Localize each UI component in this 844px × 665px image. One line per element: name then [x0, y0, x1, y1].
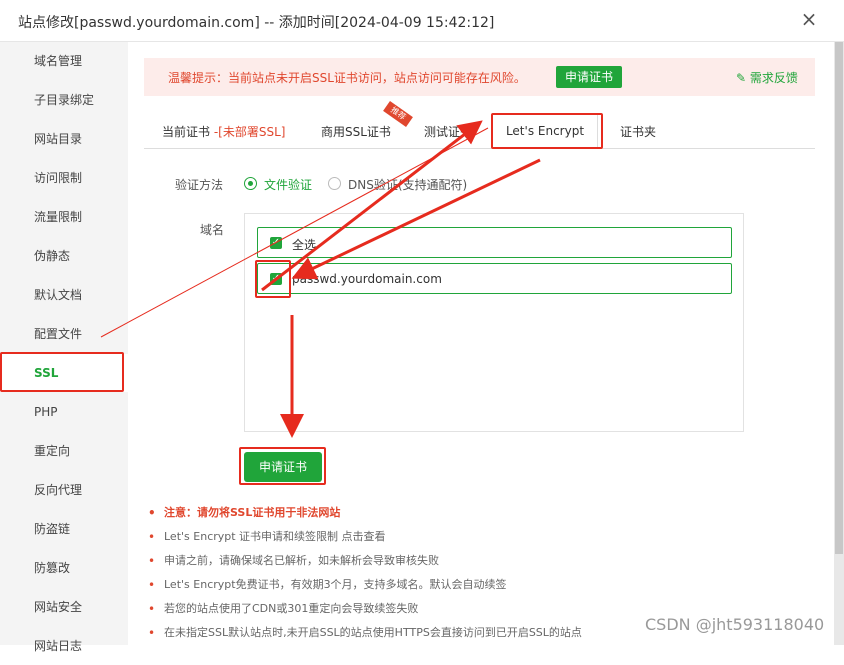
annotation-box-lets-encrypt — [491, 113, 603, 149]
sidebar-item-reverse-proxy[interactable]: 反向代理 — [0, 471, 128, 509]
domain-row[interactable]: ✓ passwd.yourdomain.com — [257, 263, 732, 294]
select-all-label: 全选 — [292, 238, 317, 252]
sidebar: 域名管理 子目录绑定 网站目录 访问限制 流量限制 伪静态 默认文档 配置文件 … — [0, 42, 128, 653]
domain-name: passwd.yourdomain.com — [292, 272, 442, 286]
window-title: 站点修改[passwd.yourdomain.com] -- 添加时间[2024… — [18, 15, 495, 31]
window-titlebar: 站点修改[passwd.yourdomain.com] -- 添加时间[2024… — [0, 0, 844, 42]
sidebar-item-default-doc[interactable]: 默认文档 — [0, 276, 128, 314]
sidebar-item-redirect[interactable]: 重定向 — [0, 432, 128, 470]
sidebar-item-hotlink[interactable]: 防盗链 — [0, 510, 128, 548]
sidebar-item-log[interactable]: 网站日志 — [0, 627, 128, 665]
note-item: 注意：请勿将SSL证书用于非法网站 — [148, 505, 828, 529]
tab-current-cert-label: 当前证书 — [162, 125, 211, 139]
domain-label: 域名 — [200, 223, 225, 237]
sidebar-item-tamper[interactable]: 防篡改 — [0, 549, 128, 587]
note-item: Let's Encrypt免费证书，有效期3个月，支持多域名。默认会自动续签 — [148, 577, 828, 601]
select-all-checkbox[interactable]: ✓ — [270, 237, 282, 249]
feedback-label: 需求反馈 — [749, 71, 798, 85]
sidebar-item-access-limit[interactable]: 访问限制 — [0, 159, 128, 197]
sidebar-item-site-dir[interactable]: 网站目录 — [0, 120, 128, 158]
watermark: CSDN @jht593118040 — [645, 615, 825, 634]
sidebar-item-subdir[interactable]: 子目录绑定 — [0, 81, 128, 119]
ssl-tabs: 当前证书 -[未部署SSL] 商用SSL证书 推荐 测试证书 Let's Enc… — [144, 101, 815, 149]
sidebar-item-php[interactable]: PHP — [0, 393, 128, 431]
tab-test-cert[interactable]: 测试证书 — [424, 123, 472, 140]
scrollbar[interactable] — [834, 42, 844, 645]
tab-cert-folder[interactable]: 证书夹 — [620, 123, 656, 140]
dns-verify-label[interactable]: DNS验证(支持通配符) — [348, 176, 467, 193]
tab-commercial-ssl[interactable]: 商用SSL证书 — [321, 123, 391, 140]
file-verify-label[interactable]: 文件验证 — [264, 176, 312, 193]
select-all-row[interactable]: ✓ 全选 — [257, 227, 732, 258]
domain-list: ✓ 全选 ✓ passwd.yourdomain.com — [244, 213, 744, 432]
sidebar-item-domain[interactable]: 域名管理 — [0, 42, 128, 80]
scrollbar-thumb[interactable] — [835, 42, 843, 554]
banner-apply-button[interactable]: 申请证书 — [556, 66, 622, 88]
annotation-box-checkbox — [255, 260, 291, 298]
feedback-link[interactable]: ✎ 需求反馈 — [736, 69, 798, 86]
sidebar-item-traffic-limit[interactable]: 流量限制 — [0, 198, 128, 236]
close-icon[interactable]: × — [798, 8, 820, 30]
annotation-box-apply — [239, 447, 326, 485]
warning-banner: 温馨提示：当前站点未开启SSL证书访问，站点访问可能存在风险。 申请证书 ✎ 需… — [144, 58, 815, 96]
sidebar-item-config[interactable]: 配置文件 — [0, 315, 128, 353]
warning-text: 温馨提示：当前站点未开启SSL证书访问，站点访问可能存在风险。 — [168, 71, 526, 85]
ssl-status-badge: -[未部署SSL] — [213, 125, 286, 139]
note-item[interactable]: Let's Encrypt 证书申请和续签限制 点击查看 — [148, 529, 828, 553]
note-item: 申请之前，请确保域名已解析，如未解析会导致审核失败 — [148, 553, 828, 577]
edit-icon: ✎ — [736, 71, 750, 85]
sidebar-item-security[interactable]: 网站安全 — [0, 588, 128, 626]
file-verify-radio[interactable] — [244, 177, 257, 190]
tab-current-cert[interactable]: 当前证书 -[未部署SSL] — [162, 123, 285, 140]
annotation-box-ssl — [0, 352, 124, 392]
verify-method-label: 验证方法 — [175, 178, 224, 192]
dns-verify-radio[interactable] — [328, 177, 341, 190]
sidebar-item-rewrite[interactable]: 伪静态 — [0, 237, 128, 275]
